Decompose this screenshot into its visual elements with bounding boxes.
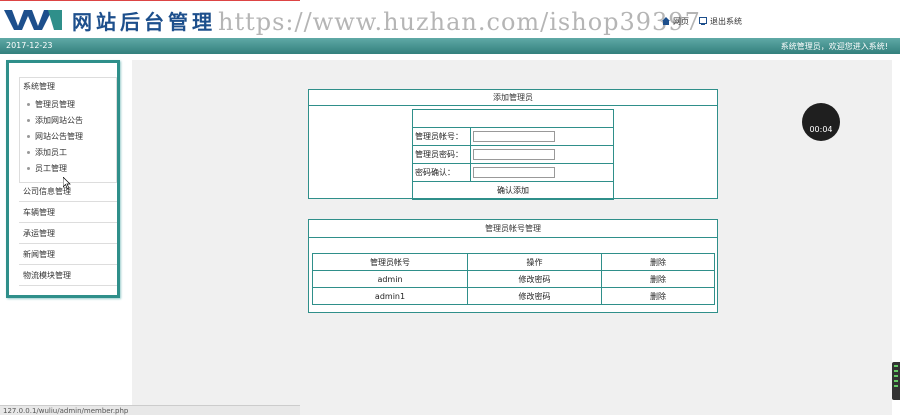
home-link[interactable]: 网页	[662, 16, 689, 27]
password-cell	[470, 145, 614, 164]
account-cell: admin	[312, 270, 468, 288]
password-input[interactable]	[473, 149, 555, 160]
home-link-label: 网页	[673, 16, 689, 26]
add-admin-title: 添加管理员	[309, 90, 717, 106]
sidebar-group-vehicles[interactable]: 车辆管理	[19, 202, 117, 223]
sidebar-item-label: 添加网站公告	[35, 116, 83, 125]
delete-link[interactable]: 删除	[601, 270, 715, 288]
account-cell	[470, 127, 614, 146]
side-level-widget	[892, 362, 900, 400]
confirm-password-input[interactable]	[473, 167, 555, 178]
logout-icon	[699, 17, 707, 25]
header: 网站后台管理 https://www.huzhan.com/ishop39397…	[0, 0, 900, 38]
main-content: 添加管理员 管理员帐号： 管理员密码： 密码确认： 确认添加 管理员帐号管理 管…	[132, 60, 892, 415]
logout-link[interactable]: 退出系统	[699, 16, 742, 27]
admin-list-panel: 管理员帐号管理 管理员帐号 操作 删除 admin 修改密码 删除 admin1…	[308, 219, 718, 313]
table-row: admin1 修改密码 删除	[312, 287, 715, 305]
admin-list-title: 管理员帐号管理	[309, 220, 717, 238]
add-admin-panel: 添加管理员 管理员帐号： 管理员密码： 密码确认： 确认添加	[308, 89, 718, 200]
bullet-icon	[27, 167, 30, 170]
video-timer: 00:04	[802, 103, 840, 141]
bullet-icon	[27, 151, 30, 154]
sidebar: 系统管理 管理员管理 添加网站公告 网站公告管理 添加员工 员工管理 公司信息管…	[6, 60, 120, 298]
column-header-action: 操作	[467, 253, 602, 271]
table-header-row: 管理员帐号 操作 删除	[312, 253, 715, 271]
sidebar-group-news[interactable]: 新闻管理	[19, 244, 117, 265]
bullet-icon	[27, 119, 30, 122]
watermark-text: https://www.huzhan.com/ishop39397	[218, 8, 701, 36]
bullet-icon	[27, 103, 30, 106]
logout-link-label: 退出系统	[710, 16, 742, 26]
form-header-row	[412, 109, 614, 128]
info-bar: 2017-12-23 系统管理员，欢迎您进入系统!	[0, 38, 900, 54]
sidebar-item-add-employee[interactable]: 添加员工	[27, 147, 67, 158]
table-row: admin 修改密码 删除	[312, 270, 715, 288]
sidebar-item-admin-manage[interactable]: 管理员管理	[27, 99, 75, 110]
confirm-cell	[470, 163, 614, 182]
sidebar-item-label: 网站公告管理	[35, 132, 83, 141]
account-label: 管理员帐号：	[412, 127, 471, 146]
top-accent-line	[0, 0, 300, 1]
sidebar-item-label: 员工管理	[35, 164, 67, 173]
column-header-delete: 删除	[601, 253, 715, 271]
current-date: 2017-12-23	[6, 41, 53, 50]
home-icon	[662, 17, 670, 25]
submit-cell: 确认添加	[412, 181, 614, 200]
sidebar-group-logistics[interactable]: 物流模块管理	[19, 265, 117, 286]
sidebar-item-add-notice[interactable]: 添加网站公告	[27, 115, 83, 126]
sidebar-item-notice-manage[interactable]: 网站公告管理	[27, 131, 83, 142]
sidebar-item-employee-manage[interactable]: 员工管理	[27, 163, 67, 174]
account-cell: admin1	[312, 287, 468, 305]
confirm-label: 密码确认：	[412, 163, 471, 182]
change-password-link[interactable]: 修改密码	[467, 270, 602, 288]
sidebar-group-carrier[interactable]: 承运管理	[19, 223, 117, 244]
password-label: 管理员密码：	[412, 145, 471, 164]
confirm-add-button[interactable]: 确认添加	[497, 185, 529, 196]
admin-list-table: 管理员帐号 操作 删除 admin 修改密码 删除 admin1 修改密码 删除	[312, 253, 715, 305]
bullet-icon	[27, 135, 30, 138]
sidebar-group-system[interactable]: 系统管理	[23, 81, 55, 92]
site-logo-icon	[4, 10, 62, 30]
sidebar-item-label: 添加员工	[35, 148, 67, 157]
sidebar-item-label: 管理员管理	[35, 100, 75, 109]
add-admin-form: 管理员帐号： 管理员密码： 密码确认： 确认添加	[412, 109, 614, 200]
column-header-account: 管理员帐号	[312, 253, 468, 271]
account-input[interactable]	[473, 131, 555, 142]
change-password-link[interactable]: 修改密码	[467, 287, 602, 305]
welcome-message: 系统管理员，欢迎您进入系统!	[780, 42, 888, 51]
browser-status-url: 127.0.0.1/wuliu/admin/member.php	[0, 405, 300, 415]
site-title: 网站后台管理	[72, 10, 216, 34]
delete-link[interactable]: 删除	[601, 287, 715, 305]
mouse-cursor-icon	[63, 177, 71, 189]
top-links: 网页 退出系统	[662, 14, 742, 28]
